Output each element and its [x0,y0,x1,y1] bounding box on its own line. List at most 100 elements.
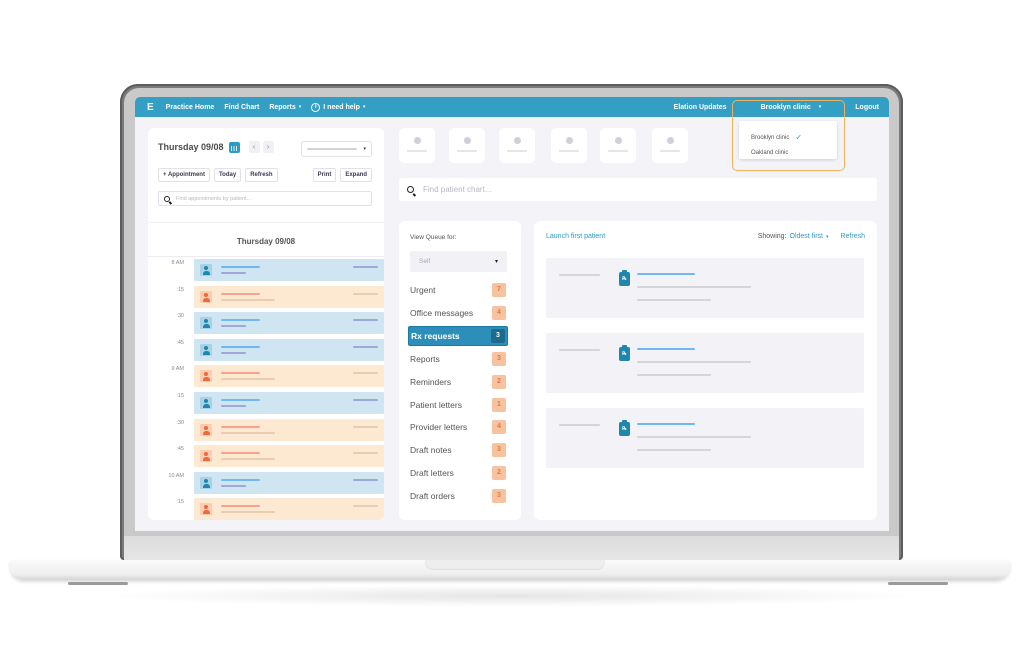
queue-item[interactable]: Reminders 2 [408,372,508,392]
nav-help[interactable]: iI need help ▾ [311,102,365,112]
appointment-block[interactable] [194,418,384,441]
patient-name-placeholder [221,399,260,401]
clinic-selected-label: Brooklyn clinic [760,103,811,111]
calendar-icon[interactable] [228,141,240,153]
clinic-selector[interactable]: Brooklyn clinic ▾ [761,104,822,111]
appointment-search-input[interactable]: Find appointments by patient... [158,191,372,206]
nav-label: Elation Updates [673,103,727,111]
nav-reports[interactable]: Reports ▾ [269,104,301,111]
nav-label: Logout [855,103,879,111]
patient-avatar-icon [200,290,212,303]
queue-item[interactable]: Draft orders 3 [408,486,508,506]
appointment-block[interactable] [194,259,384,281]
rx-request-card[interactable]: ℞ [546,408,864,468]
rx-request-card[interactable]: ℞ [546,258,864,318]
sort-controls: Showing: Oldest first ▾ Refresh [758,233,865,240]
appointment-block[interactable] [194,285,384,308]
queue-item[interactable]: Draft notes 3 [408,440,508,460]
appointment-detail-placeholder [221,272,246,274]
nav-label: Find Chart [224,103,260,111]
patient-name-placeholder [221,266,260,268]
rx-request-card[interactable]: ℞ [546,333,864,393]
appointment-block[interactable] [194,312,384,335]
time-slot-label: :15 [176,499,184,506]
appointment-block[interactable] [194,338,384,361]
view-queue-label: View Queue for: [410,234,457,241]
queue-owner-value: Self [419,258,431,265]
time-slot-label: 10 AM [168,472,184,479]
clinic-option-brooklyn[interactable]: Brooklyn clinic ✓ [739,130,837,145]
queue-item[interactable]: Urgent 7 [408,280,508,300]
queue-item-label: Reports [410,353,440,364]
queue-item[interactable]: Rx requests 3 [408,325,508,346]
queue-item-label: Urgent [410,285,436,295]
quick-access-tile[interactable] [399,128,435,163]
quick-access-tile[interactable] [449,128,485,163]
queue-item[interactable]: Provider letters 4 [408,417,508,437]
next-day-button[interactable]: › [262,141,274,153]
today-button[interactable]: Today [213,168,242,182]
appointment-block[interactable] [194,445,384,468]
laptop-foot-right [888,582,948,585]
showing-label: Showing: [757,233,787,240]
prev-day-button[interactable]: ‹ [248,141,260,153]
nav-find-chart[interactable]: Find Chart [224,104,259,111]
refresh-schedule-button[interactable]: Refresh [245,168,278,182]
time-slot-label: 8 AM [171,260,184,266]
nav-label: Reports [269,103,296,111]
appointment-detail-placeholder [221,405,246,407]
queue-owner-select[interactable]: Self ▾ [410,251,507,272]
appointment-detail-placeholder [221,431,275,434]
appointment-block[interactable] [194,365,384,388]
clinic-option-oakland[interactable]: Oakland clinic [739,145,837,160]
appointment-block[interactable] [194,392,384,414]
rx-clipboard-icon: ℞ [619,420,630,436]
nav-practice-home[interactable]: Practice Home [166,104,215,111]
patient-name-placeholder [221,452,260,455]
day-column-title: Thursday 09/08 [236,237,296,246]
queue-item[interactable]: Draft letters 2 [408,463,508,483]
patient-avatar-icon [200,397,212,409]
medication-placeholder [637,436,751,438]
queue-item-label: Provider letters [410,422,468,433]
print-button[interactable]: Print [312,168,337,182]
refresh-queue-link[interactable]: Refresh [840,233,865,240]
request-date-placeholder [559,349,600,351]
appointment-detail-placeholder [221,484,246,487]
queue-item[interactable]: Patient letters 1 [408,395,508,415]
queue-item[interactable]: Reports 3 [408,349,508,369]
request-date-placeholder [559,274,600,276]
queue-count-badge: 3 [492,489,506,504]
elation-logo-icon[interactable]: E [147,102,154,113]
expand-button[interactable]: Expand [340,168,372,182]
quick-access-tile[interactable] [551,128,587,163]
nav-elation-updates[interactable]: Elation Updates [674,104,727,111]
nav-label: Practice Home [165,103,215,111]
request-detail-placeholder [637,299,711,301]
quick-access-tile[interactable] [499,128,535,163]
queue-count-badge: 3 [491,328,505,343]
patient-avatar-icon [200,343,212,356]
logout-link[interactable]: Logout [855,104,879,111]
quick-access-tile[interactable] [600,128,636,163]
appointment-status-placeholder [353,292,378,295]
queue-item-label: Patient letters [410,399,462,410]
patient-avatar-icon [200,370,212,383]
sort-order-select[interactable]: Oldest first ▾ [790,233,829,240]
quick-access-tile[interactable] [652,128,688,163]
patient-chart-search-placeholder: Find patient chart... [423,185,492,194]
patient-chart-search-input[interactable]: Find patient chart... [399,178,877,201]
add-appointment-button[interactable]: + Appointment [158,168,210,182]
appointment-block[interactable] [194,498,384,520]
schedule-actions: + Appointment Today Refresh Print Expand [158,168,372,182]
queue-item[interactable]: Office messages 4 [408,303,508,323]
provider-select[interactable]: ▾ [301,141,372,157]
divider [148,256,384,257]
checkmark-icon: ✓ [795,133,803,142]
time-slot-label: :15 [176,286,184,293]
appointment-block[interactable] [194,471,384,494]
laptop-chin [124,536,899,560]
queue-item-label: Draft orders [410,491,455,502]
patient-avatar-icon [200,450,212,463]
launch-first-patient-link[interactable]: Launch first patient [546,233,605,240]
